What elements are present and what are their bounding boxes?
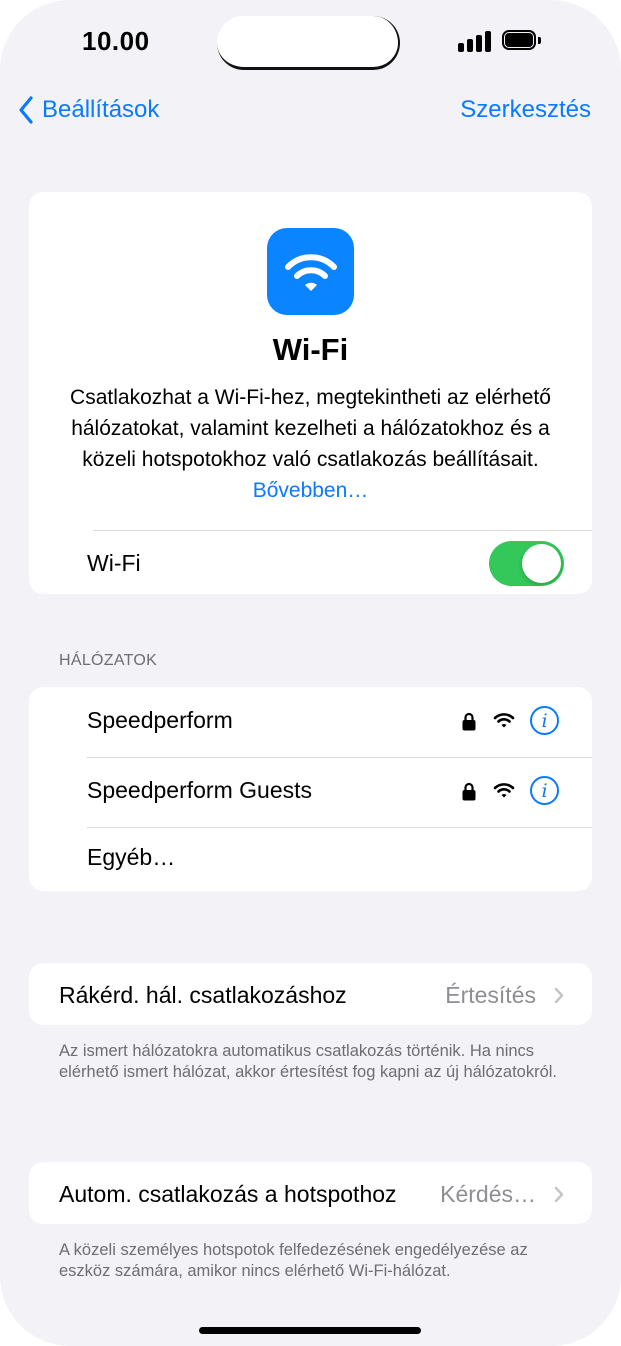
wifi-signal-icon — [493, 713, 515, 728]
edit-button[interactable]: Szerkesztés — [460, 93, 591, 127]
wifi-toggle[interactable] — [489, 541, 564, 586]
wifi-icon — [284, 253, 337, 291]
network-name: Speedperform — [87, 707, 233, 733]
networks-card: Speedperform i Speedperform Guests i Egy… — [29, 687, 592, 891]
chevron-right-icon — [554, 987, 564, 1004]
wifi-signal-icon — [493, 783, 515, 798]
wifi-description: Csatlakozhat a Wi-Fi-hez, megtekintheti … — [69, 382, 552, 506]
network-name: Speedperform Guests — [87, 777, 313, 803]
ask-to-join-footnote: Az ismert hálózatokra automatikus csatla… — [59, 1042, 558, 1081]
wifi-toggle-label: Wi-Fi — [87, 550, 141, 576]
info-icon[interactable]: i — [530, 706, 559, 735]
auto-join-hotspot-row[interactable]: Autom. csatlakozás a hotspothoz Kérdés… — [29, 1162, 592, 1224]
other-network-label: Egyéb… — [87, 844, 176, 870]
phone-screen: 10.00 Beállítások Szerkesztés Wi-Fi Csat… — [0, 0, 621, 1346]
wifi-description-text: Csatlakozhat a Wi-Fi-hez, megtekintheti … — [70, 386, 551, 471]
page-title: Wi-Fi — [272, 332, 349, 367]
network-row-speedperform-guests[interactable]: Speedperform Guests i — [29, 757, 592, 827]
back-button[interactable]: Beállítások — [18, 93, 159, 127]
ask-to-join-row[interactable]: Rákérd. hál. csatlakozáshoz Értesítés — [29, 963, 592, 1025]
lock-icon — [462, 712, 476, 731]
wifi-hero-card: Wi-Fi Csatlakozhat a Wi-Fi-hez, megtekin… — [29, 192, 592, 594]
auto-join-hotspot-label: Autom. csatlakozás a hotspothoz — [59, 1181, 397, 1207]
ask-to-join-label: Rákérd. hál. csatlakozáshoz — [59, 982, 347, 1008]
divider — [93, 530, 592, 531]
ask-to-join-value: Értesítés — [445, 982, 536, 1008]
learn-more-link[interactable]: Bővebben… — [253, 479, 369, 502]
info-icon[interactable]: i — [530, 776, 559, 805]
dynamic-island — [217, 16, 400, 70]
back-button-label: Beállítások — [42, 96, 160, 123]
wifi-app-icon — [267, 228, 354, 315]
chevron-left-icon — [19, 96, 33, 124]
auto-join-hotspot-value: Kérdés… — [440, 1181, 536, 1207]
networks-section-header: HÁLÓZATOK — [59, 652, 158, 669]
status-time: 10.00 — [82, 26, 150, 56]
home-indicator[interactable] — [199, 1327, 421, 1334]
battery-icon — [502, 30, 542, 52]
other-network-row[interactable]: Egyéb… — [29, 827, 592, 891]
cellular-signal-icon — [458, 30, 494, 52]
network-row-speedperform[interactable]: Speedperform i — [29, 687, 592, 757]
auto-join-hotspot-footnote: A közeli személyes hotspotok felfedezésé… — [59, 1241, 528, 1280]
lock-icon — [462, 782, 476, 801]
toggle-knob — [522, 544, 561, 583]
chevron-right-icon — [554, 1186, 564, 1203]
